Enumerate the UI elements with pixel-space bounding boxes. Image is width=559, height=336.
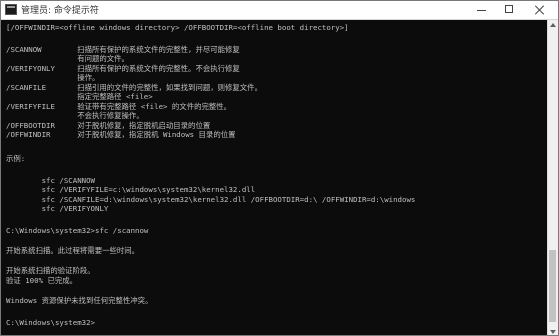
- console-line: /OFFWINDIR 对于脱机修复，指定脱机 Windows 目录的位置: [6, 130, 236, 139]
- console-output[interactable]: [/OFFWINDIR=<offline windows directory> …: [1, 20, 548, 335]
- console-line: C:\Windows\system32>sfc /scannow: [6, 226, 149, 235]
- title-bar[interactable]: 管理员: 命令提示符: [1, 1, 558, 20]
- console-line: /SCANFILE 扫描引用的文件的完整性，如果找到问题，则修复文件。: [6, 83, 262, 92]
- minimize-button[interactable]: [469, 1, 495, 19]
- console-line: sfc /VERIFYFILE=c:\windows\system32\kern…: [6, 185, 256, 194]
- console-line: /OFFBOOTDIR 对于脱机修复，指定脱机启动目录的位置: [6, 121, 211, 130]
- console-line: 有问题的文件。: [6, 54, 129, 63]
- cmd-icon: [5, 4, 17, 15]
- maximize-button[interactable]: [497, 1, 523, 19]
- scroll-down-icon[interactable]: [550, 330, 556, 334]
- console-line: /SCANNOW 扫描所有保护的系统文件的完整性，并尽可能修复: [6, 45, 240, 54]
- scroll-up-icon[interactable]: [550, 23, 556, 27]
- console-line: 验证 100% 已完成。: [6, 276, 78, 285]
- window-title: 管理员: 命令提示符: [21, 6, 99, 16]
- console-line: sfc /VERIFYONLY: [6, 204, 109, 213]
- command-prompt-line: C:\Windows\system32>: [6, 318, 95, 327]
- console-line: 操作。: [6, 73, 100, 82]
- console-line: 示例:: [6, 154, 26, 163]
- console-line: sfc /SCANNOW: [6, 176, 95, 185]
- console-line: /VERIFYONLY 扫描所有保护的系统文件的完整性。不会执行修复: [6, 64, 240, 73]
- close-button[interactable]: [527, 1, 553, 19]
- console-line: 不会执行修复操作。: [6, 111, 144, 120]
- scrollbar-thumb[interactable]: [549, 250, 556, 322]
- maximize-icon: [505, 5, 513, 13]
- vertical-scrollbar[interactable]: [547, 20, 558, 335]
- console-line: sfc /SCANFILE=d:\windows\system32\kernel…: [6, 195, 416, 204]
- console-line: 开始系统扫描。此过程将需要一些时间。: [6, 246, 140, 255]
- console-line: 指定完整路径 <file>: [6, 92, 153, 101]
- minimize-icon: [477, 10, 486, 11]
- close-icon: [535, 5, 545, 15]
- console-line: Windows 资源保护未找到任何完整性冲突。: [6, 296, 153, 305]
- console-line: [/OFFWINDIR=<offline windows directory> …: [6, 23, 349, 32]
- console-line: /VERIFYFILE 验证带有完整路径 <file> 的文件的完整性。: [6, 102, 232, 111]
- console-line: 开始系统扫描的验证阶段。: [6, 266, 95, 275]
- command-prompt-window: 管理员: 命令提示符 [/OFFWINDIR=<offline windows …: [0, 0, 559, 336]
